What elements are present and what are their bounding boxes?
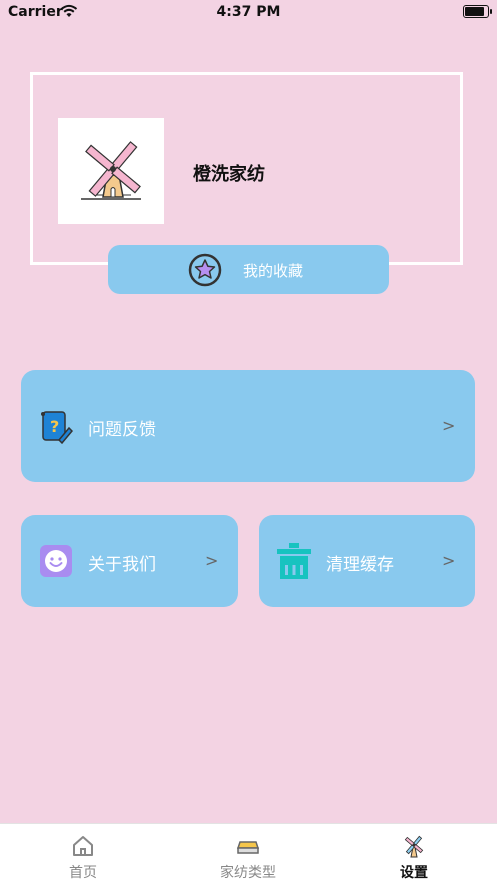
tab-bedding-types-label: 家纺类型 [220, 865, 276, 881]
bedding-icon [236, 841, 260, 854]
chevron-right-icon: > [442, 416, 456, 435]
windmill-icon [404, 835, 424, 858]
brand-name: 橙洗家纺 [193, 164, 265, 185]
tab-bar: 首页 家纺类型 设置 [0, 823, 497, 884]
home-icon [73, 836, 93, 856]
chevron-right-icon: > [205, 551, 219, 570]
tab-settings[interactable]: 设置 [354, 824, 474, 884]
about-card[interactable]: 关于我们 > [21, 515, 238, 607]
clear-cache-card[interactable]: 清理缓存 > [259, 515, 475, 607]
feedback-card[interactable]: ? 问题反馈 > [21, 370, 475, 482]
clock-time: 4:37 PM [216, 4, 281, 20]
question-notebook-icon: ? [41, 411, 73, 444]
chevron-right-icon: > [442, 551, 456, 570]
tab-settings-label: 设置 [400, 865, 428, 881]
windmill-icon [81, 141, 141, 200]
svg-text:?: ? [50, 417, 59, 436]
app-logo [58, 118, 164, 224]
star-icon [188, 253, 222, 287]
status-bar: Carrier 4:37 PM [0, 0, 497, 26]
tab-bedding-types[interactable]: 家纺类型 [188, 824, 308, 884]
clear-cache-label: 清理缓存 [326, 555, 394, 575]
tab-home-label: 首页 [69, 865, 97, 881]
about-label: 关于我们 [88, 555, 156, 575]
favorites-button[interactable]: 我的收藏 [108, 245, 389, 294]
feedback-label: 问题反馈 [88, 420, 156, 440]
smile-icon [40, 545, 72, 577]
battery-icon [463, 5, 492, 18]
tab-home[interactable]: 首页 [23, 824, 143, 884]
trash-icon [277, 543, 311, 579]
favorites-label: 我的收藏 [243, 262, 304, 280]
